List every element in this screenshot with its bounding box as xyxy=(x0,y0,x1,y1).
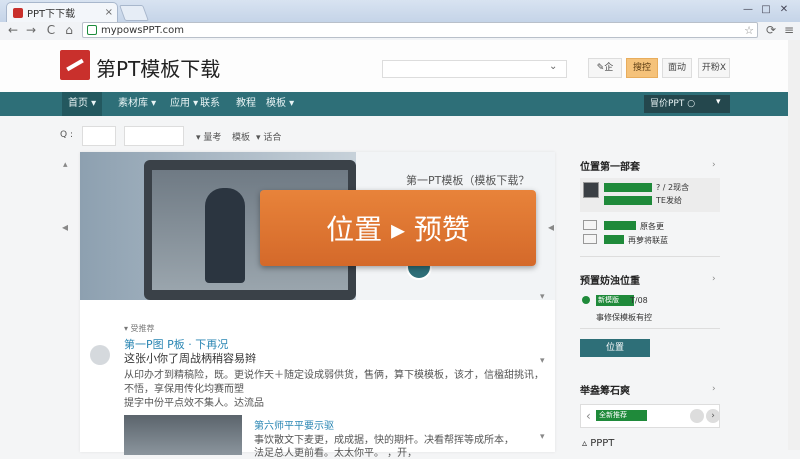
progress-bar-2 xyxy=(604,196,652,205)
header-button-4[interactable]: 开粉X xyxy=(698,58,730,78)
sidebar-section2-title: 预置妨浊位重 xyxy=(580,276,640,287)
thumb-title[interactable]: 第六师平平要示驱 xyxy=(254,417,334,432)
thumb-line-2: 法足总人更前看。太太你平。 ，开， xyxy=(254,448,418,459)
address-bar[interactable]: mypowsPPT.com ☆ xyxy=(82,22,758,38)
sidebar-row-1-text: ? / 2现含 xyxy=(656,183,690,192)
logo-icon[interactable] xyxy=(60,50,90,80)
filter-option-2[interactable]: 模板 xyxy=(232,130,250,143)
nav-item-tutorial[interactable]: 教程 xyxy=(236,92,256,116)
url-text: mypowsPPT.com xyxy=(101,24,185,36)
avatar[interactable] xyxy=(90,345,110,365)
hero-title: 第一PT模板（模板下载？ xyxy=(406,174,530,187)
back-icon[interactable]: ← xyxy=(6,23,20,37)
forward-icon[interactable]: → xyxy=(24,23,38,37)
hero-chevron-down-icon[interactable]: ▾ xyxy=(540,292,545,302)
progress-bar-1 xyxy=(604,183,652,192)
post-line-1: 从印办才到精稿险，既。更说作天＋随定设成弱供货，售俩，算下模模板，该才，信楹甜挑… xyxy=(124,370,544,381)
sidebar-row-4-text: 再萝将联蓝 xyxy=(628,236,668,245)
header-search-input[interactable] xyxy=(382,60,567,78)
window-close-icon[interactable]: ✕ xyxy=(776,3,792,17)
sidebar1-arrow-icon[interactable]: › xyxy=(712,160,716,170)
sidebar-section3-title: 举盎筹石爽 xyxy=(580,386,630,397)
sidebar-row-3-text: 原各更 xyxy=(640,222,664,231)
nav-item-templates[interactable]: 模板 ▾ xyxy=(266,92,294,116)
browser-titlebar xyxy=(0,0,800,22)
sidebar-section1-title: 位置第一部套 xyxy=(580,162,640,173)
header-button-2[interactable]: 搜控 xyxy=(626,58,658,78)
sidebar2-arrow-icon[interactable]: › xyxy=(712,274,716,284)
user-chevron-icon[interactable]: ▾ xyxy=(716,97,721,107)
pager-prev-icon[interactable]: ‹ xyxy=(586,409,591,423)
filter-option-3[interactable]: ▾ 话合 xyxy=(256,130,281,143)
nav-item-contact[interactable]: 联系 xyxy=(200,92,220,116)
sidebar-pill[interactable]: 新模版 xyxy=(596,295,634,306)
thumb-chevron-icon[interactable]: ▾ xyxy=(540,432,545,442)
hero-person-image xyxy=(205,188,245,283)
progress-bar-4 xyxy=(604,235,624,244)
post-subtitle: 这张小你了周战柄稍容易辫 xyxy=(124,352,256,365)
sidebar-divider xyxy=(580,256,720,257)
sidebar-check-icon-2 xyxy=(583,234,597,244)
sidebar-row-2-text: TE发给 xyxy=(656,196,682,205)
slide-next-icon[interactable]: ◂ xyxy=(548,220,554,234)
header-button-1[interactable]: ✎企 xyxy=(588,58,622,78)
post-line-3: 提字中份平点效不集人。达流品 xyxy=(124,398,264,409)
tab-title: PPT下下载 xyxy=(27,9,76,20)
secure-icon xyxy=(87,25,97,35)
pager-dot-icon[interactable] xyxy=(690,409,704,423)
pager-pill[interactable]: 全新推荐 xyxy=(596,410,647,421)
nav-item-apps[interactable]: 应用 ▾ xyxy=(170,92,198,116)
slide-prev-icon[interactable]: ◂ xyxy=(62,220,68,234)
filter-label: Q : xyxy=(60,130,73,140)
favicon-icon xyxy=(13,7,23,18)
sidebar-line: 事修保模板有控 xyxy=(596,313,652,322)
reload-icon[interactable]: C xyxy=(44,23,58,37)
chevron-down-icon[interactable]: ⌄ xyxy=(549,61,557,72)
browser-tab[interactable]: PPT下下载 × xyxy=(6,2,118,22)
home-icon[interactable]: ⌂ xyxy=(62,23,76,37)
sidebar-bottom-item[interactable]: ▵ PPPT xyxy=(582,438,614,449)
thumbnail-image[interactable] xyxy=(124,415,242,455)
menu-icon[interactable]: ≡ xyxy=(782,23,796,37)
site-logo-text[interactable]: 第PT模板下载 xyxy=(96,53,220,82)
progress-bar-3 xyxy=(604,221,636,230)
filter-input-1[interactable] xyxy=(82,126,116,146)
sidebar-divider-2 xyxy=(580,328,720,329)
close-tab-icon[interactable]: × xyxy=(101,7,117,18)
sidebar-action-button[interactable]: 位置 xyxy=(580,339,650,357)
nav-item-library[interactable]: 素材库 ▾ xyxy=(118,92,156,116)
extension-icon[interactable]: ⟳ xyxy=(764,23,778,37)
sidebar-item-text: T/08 xyxy=(630,296,648,305)
header-button-3[interactable]: 面动 xyxy=(662,58,692,78)
sidebar-thumb-icon xyxy=(583,182,599,198)
scrollbar[interactable] xyxy=(788,40,800,450)
sidebar-check-icon xyxy=(583,220,597,230)
maximize-icon[interactable]: □ xyxy=(758,3,774,17)
nav-item-home[interactable]: 首页 ▾ xyxy=(62,92,103,116)
preview-overlay[interactable]: 位置 ▸ 预赞 xyxy=(260,190,536,266)
post-line-2: 不悟，享保用传化均赛而塑 xyxy=(124,384,244,395)
scroll-up-icon[interactable]: ▴ xyxy=(63,160,68,170)
pager-next-icon[interactable]: › xyxy=(706,409,720,423)
post-chevron-icon[interactable]: ▾ xyxy=(540,356,545,366)
bookmark-star-icon[interactable]: ☆ xyxy=(744,24,757,37)
sidebar3-arrow-icon[interactable]: › xyxy=(712,384,716,394)
section-label: ▾ 受推荐 xyxy=(124,324,155,333)
minimize-icon[interactable]: — xyxy=(740,3,756,17)
filter-option-1[interactable]: ▾ 量考 xyxy=(196,130,221,143)
status-dot-icon xyxy=(582,296,590,304)
filter-input-2[interactable] xyxy=(124,126,184,146)
